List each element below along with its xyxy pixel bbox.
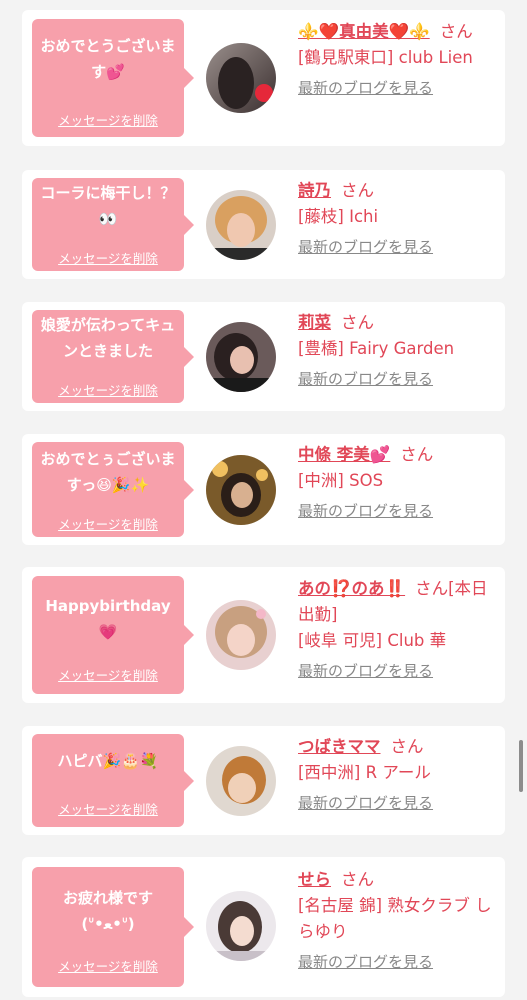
- message-card: 娘愛が伝わってキュンときました メッセージを削除 莉菜 さん [豊橋] Fairy…: [22, 302, 505, 411]
- honorific: さん: [341, 181, 374, 200]
- message-text: お疲れ様です(ᐡ•ﻌ•ᐡ): [62, 889, 153, 933]
- shop-label: [名古屋 錦] 熟女クラブ しらゆり: [298, 896, 492, 941]
- message-text: Happybirthday💗: [45, 597, 171, 641]
- latest-blog-link[interactable]: 最新のブログを見る: [298, 658, 433, 684]
- delete-message-link[interactable]: メッセージを削除: [32, 665, 184, 684]
- delete-message-link[interactable]: メッセージを削除: [32, 110, 184, 129]
- message-text: 娘愛が伝わってキュンときました: [40, 316, 176, 360]
- sender-name-link[interactable]: あの⁉️のあ‼️: [298, 579, 405, 598]
- sender-info: 詩乃 さん [藤枝] Ichi 最新のブログを見る: [298, 178, 500, 260]
- message-text: おめでとうございます💕: [40, 37, 176, 81]
- message-bubble: Happybirthday💗 メッセージを削除: [32, 576, 194, 694]
- sender-name-link[interactable]: ⚜️❤️真由美❤️⚜️: [298, 22, 430, 41]
- message-bubble: おめでとうございます💕 メッセージを削除: [32, 19, 194, 137]
- delete-message-link[interactable]: メッセージを削除: [32, 956, 184, 975]
- delete-message-link[interactable]: メッセージを削除: [32, 248, 184, 267]
- message-text: おめでとぅございますっ😆🎉✨: [40, 450, 176, 494]
- message-card: おめでとぅございますっ😆🎉✨ メッセージを削除 中條 李美💕 さん [中洲] SO…: [22, 434, 505, 545]
- shop-label: [藤枝] Ichi: [298, 207, 379, 226]
- latest-blog-link[interactable]: 最新のブログを見る: [298, 234, 433, 260]
- message-card: コーラに梅干し！？👀 メッセージを削除 詩乃 さん [藤枝] Ichi 最新のブロ…: [22, 170, 505, 279]
- avatar[interactable]: [206, 600, 276, 670]
- message-card: ハピバ🎉🎂💐 メッセージを削除 つばきママ さん [西中洲] R アール 最新のブ…: [22, 726, 505, 835]
- message-card: Happybirthday💗 メッセージを削除 あの⁉️のあ‼️ さん[本日出勤]…: [22, 567, 505, 703]
- latest-blog-link[interactable]: 最新のブログを見る: [298, 75, 433, 101]
- message-bubble: コーラに梅干し！？👀 メッセージを削除: [32, 178, 194, 271]
- scrollbar-thumb[interactable]: [519, 740, 523, 792]
- message-bubble: おめでとぅございますっ😆🎉✨ メッセージを削除: [32, 442, 194, 537]
- sender-info: せら さん [名古屋 錦] 熟女クラブ しらゆり 最新のブログを見る: [298, 867, 500, 975]
- shop-label: [岐阜 可児] Club 華: [298, 631, 447, 650]
- message-card: お疲れ様です(ᐡ•ﻌ•ᐡ) メッセージを削除 せら さん [名古屋 錦] 熟女クラ…: [22, 857, 505, 997]
- sender-info: あの⁉️のあ‼️ さん[本日出勤] [岐阜 可児] Club 華 最新のブログを見…: [298, 576, 500, 684]
- sender-info: 莉菜 さん [豊橋] Fairy Garden 最新のブログを見る: [298, 310, 500, 392]
- avatar[interactable]: [206, 322, 276, 392]
- delete-message-link[interactable]: メッセージを削除: [32, 380, 184, 399]
- shop-label: [中洲] SOS: [298, 471, 384, 490]
- message-bubble: 娘愛が伝わってキュンときました メッセージを削除: [32, 310, 194, 403]
- latest-blog-link[interactable]: 最新のブログを見る: [298, 790, 433, 816]
- sender-info: つばきママ さん [西中洲] R アール 最新のブログを見る: [298, 734, 500, 816]
- sender-name-link[interactable]: つばきママ: [298, 737, 381, 756]
- delete-message-link[interactable]: メッセージを削除: [32, 799, 184, 818]
- latest-blog-link[interactable]: 最新のブログを見る: [298, 949, 433, 975]
- sender-info: ⚜️❤️真由美❤️⚜️ さん [鶴見駅東口] club Lien 最新のブログを見…: [298, 19, 500, 101]
- delete-message-link[interactable]: メッセージを削除: [32, 514, 184, 533]
- message-bubble: お疲れ様です(ᐡ•ﻌ•ᐡ) メッセージを削除: [32, 867, 194, 987]
- shop-label: [豊橋] Fairy Garden: [298, 339, 455, 358]
- shop-label: [西中洲] R アール: [298, 763, 431, 782]
- sender-info: 中條 李美💕 さん [中洲] SOS 最新のブログを見る: [298, 442, 500, 524]
- honorific: さん: [390, 737, 424, 756]
- shop-label: [鶴見駅東口] club Lien: [298, 48, 473, 67]
- sender-name-link[interactable]: 詩乃: [298, 181, 331, 200]
- message-text: コーラに梅干し！？👀: [40, 184, 176, 228]
- avatar[interactable]: [206, 43, 276, 113]
- avatar[interactable]: [206, 891, 276, 961]
- message-bubble: ハピバ🎉🎂💐 メッセージを削除: [32, 734, 194, 827]
- honorific: さん: [341, 313, 374, 332]
- avatar[interactable]: [206, 746, 276, 816]
- honorific: さん: [400, 445, 434, 464]
- avatar[interactable]: [206, 190, 276, 260]
- sender-name-link[interactable]: せら: [298, 870, 331, 889]
- latest-blog-link[interactable]: 最新のブログを見る: [298, 498, 433, 524]
- latest-blog-link[interactable]: 最新のブログを見る: [298, 366, 433, 392]
- message-card: おめでとうございます💕 メッセージを削除 ⚜️❤️真由美❤️⚜️ さん [鶴見駅東…: [22, 10, 505, 146]
- sender-name-link[interactable]: 莉菜: [298, 313, 331, 332]
- message-text: ハピバ🎉🎂💐: [57, 752, 159, 770]
- avatar[interactable]: [206, 455, 276, 525]
- sender-name-link[interactable]: 中條 李美💕: [298, 445, 390, 464]
- honorific: さん: [341, 870, 374, 889]
- honorific: さん: [439, 22, 473, 41]
